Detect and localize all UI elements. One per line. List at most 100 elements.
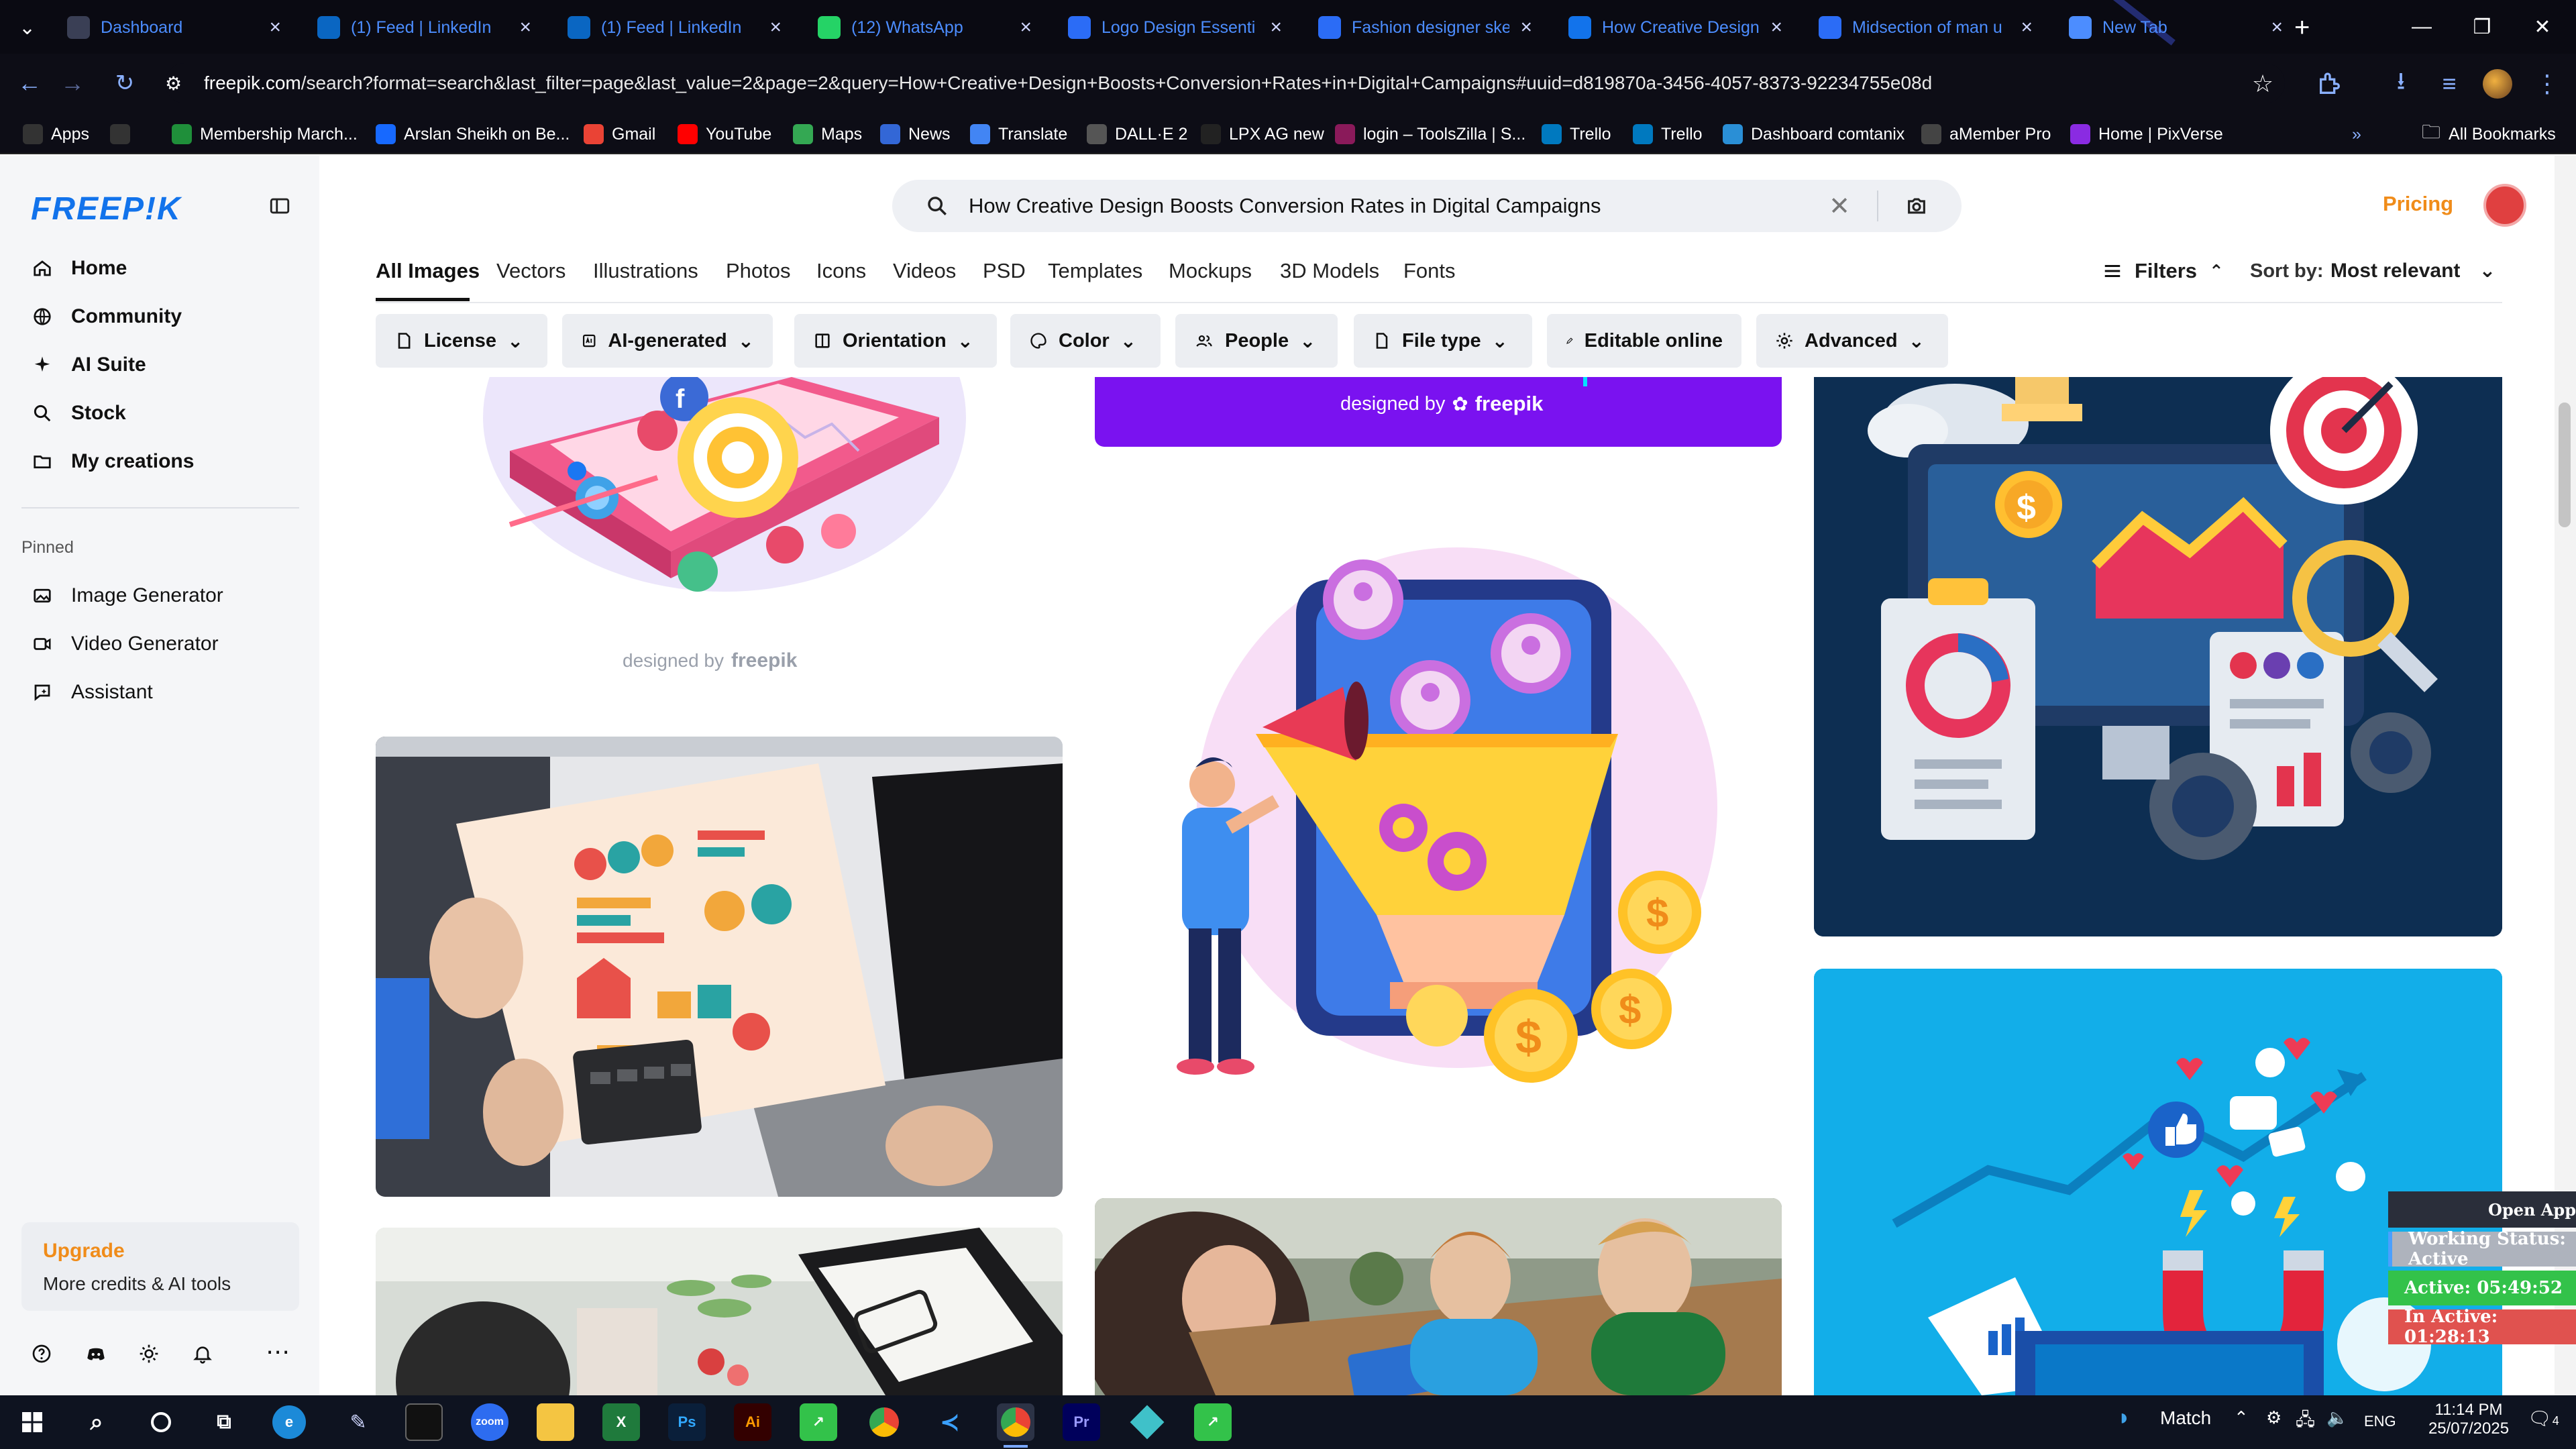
browser-menu-button[interactable]: ⋮ bbox=[2532, 68, 2563, 99]
taskbar-app-teal[interactable] bbox=[1128, 1403, 1166, 1441]
bookmark-item[interactable]: Trello bbox=[1542, 122, 1611, 146]
collapse-sidebar-button[interactable] bbox=[268, 195, 292, 219]
downloads-button[interactable]: ⭳ bbox=[2385, 67, 2416, 99]
notification-center-button[interactable]: 🗨 4 bbox=[2528, 1407, 2559, 1430]
tray-network-icon[interactable]: 🖧 bbox=[2296, 1407, 2315, 1437]
taskbar-app-chrome[interactable] bbox=[865, 1403, 903, 1441]
tab-psd[interactable]: PSD bbox=[983, 259, 1026, 283]
close-tab-icon[interactable]: × bbox=[519, 16, 531, 39]
forward-button[interactable]: → bbox=[58, 68, 87, 98]
close-tab-icon[interactable]: × bbox=[1020, 16, 1032, 39]
sidebar-item-community[interactable]: Community bbox=[31, 298, 182, 335]
bookmark-item[interactable]: LPX AG new bbox=[1201, 122, 1324, 146]
bookmark-item[interactable]: Membership March... bbox=[172, 122, 358, 146]
result-card[interactable] bbox=[376, 737, 1063, 1197]
theme-toggle-button[interactable] bbox=[138, 1343, 162, 1367]
address-bar[interactable]: ⚙ freepik.com/search?format=search&last_… bbox=[165, 63, 2285, 103]
taskbar-app-vscode[interactable]: ≺ bbox=[931, 1403, 969, 1441]
close-tab-icon[interactable]: × bbox=[269, 16, 281, 39]
language-indicator[interactable]: ENG bbox=[2364, 1413, 2396, 1430]
weather-widget[interactable]: ◗ bbox=[2117, 1405, 2131, 1431]
result-card[interactable]: $ $ $ bbox=[1095, 513, 1782, 1103]
minimize-button[interactable]: — bbox=[2392, 0, 2451, 54]
bookmark-item[interactable] bbox=[110, 122, 130, 146]
filter-license[interactable]: License ⌄ bbox=[376, 314, 547, 368]
pricing-link[interactable]: Pricing bbox=[2383, 192, 2453, 216]
start-button[interactable] bbox=[13, 1403, 51, 1441]
tab-icons[interactable]: Icons bbox=[816, 259, 866, 283]
filter-color[interactable]: Color ⌄ bbox=[1010, 314, 1161, 368]
discord-button[interactable] bbox=[85, 1343, 109, 1367]
all-bookmarks-button[interactable]: 🗀 All Bookmarks bbox=[2422, 121, 2556, 146]
taskbar-app-tracker-2[interactable]: ↗ bbox=[1194, 1403, 1232, 1441]
sidebar-item-video-generator[interactable]: Video Generator bbox=[31, 625, 219, 663]
browser-tab[interactable]: (12) WhatsApp × bbox=[804, 7, 1045, 48]
result-card[interactable]: f designed by freepik bbox=[376, 377, 1063, 703]
restore-button[interactable]: ❐ bbox=[2453, 0, 2512, 54]
visual-search-button[interactable] bbox=[1905, 195, 1928, 217]
sidebar-item-stock[interactable]: Stock bbox=[31, 394, 126, 432]
cortana-button[interactable] bbox=[142, 1403, 180, 1441]
taskbar-app-terminal[interactable] bbox=[405, 1403, 443, 1441]
upgrade-card[interactable]: Upgrade More credits & AI tools bbox=[21, 1222, 299, 1311]
page-scrollbar-thumb[interactable] bbox=[2559, 402, 2571, 527]
notifications-button[interactable] bbox=[192, 1343, 216, 1367]
tab-search-button[interactable]: ⌄ bbox=[5, 7, 52, 48]
tab-mockups[interactable]: Mockups bbox=[1169, 259, 1252, 283]
task-view-button[interactable]: ⧉ bbox=[205, 1403, 243, 1441]
close-tab-icon[interactable]: × bbox=[1270, 16, 1282, 39]
browser-tab[interactable]: Logo Design Essenti × bbox=[1055, 7, 1295, 48]
bookmark-item[interactable]: Translate bbox=[970, 122, 1067, 146]
new-tab-button[interactable]: + bbox=[2281, 7, 2321, 48]
filter-advanced[interactable]: Advanced ⌄ bbox=[1756, 314, 1948, 368]
taskbar-app-chrome-active[interactable] bbox=[997, 1403, 1034, 1441]
taskbar-app-file-explorer[interactable] bbox=[537, 1403, 574, 1441]
taskbar-search-button[interactable]: ⌕ bbox=[78, 1403, 115, 1441]
tab-templates[interactable]: Templates bbox=[1048, 259, 1142, 283]
tray-settings-icon[interactable]: ⚙ bbox=[2266, 1407, 2282, 1428]
bookmark-item[interactable]: Home | PixVerse bbox=[2070, 122, 2223, 146]
freepik-logo[interactable]: FREEP!K bbox=[31, 191, 182, 227]
tab-illustrations[interactable]: Illustrations bbox=[593, 259, 698, 283]
more-bookmarks-button[interactable]: » bbox=[2352, 122, 2361, 146]
search-bar[interactable]: How Creative Design Boosts Conversion Ra… bbox=[892, 180, 1962, 232]
bookmark-item[interactable]: News bbox=[880, 122, 951, 146]
bookmark-item[interactable]: Trello bbox=[1633, 122, 1703, 146]
bookmark-star-button[interactable]: ☆ bbox=[2247, 68, 2278, 99]
taskbar-app-pen[interactable]: ✎ bbox=[339, 1403, 377, 1441]
sidebar-item-my-creations[interactable]: My creations bbox=[31, 443, 194, 480]
taskbar-app-tracker[interactable]: ↗ bbox=[800, 1403, 837, 1441]
tab-fonts[interactable]: Fonts bbox=[1403, 259, 1456, 283]
tab-vectors[interactable]: Vectors bbox=[496, 259, 566, 283]
filters-toggle[interactable]: Filters ⌃ bbox=[2102, 259, 2224, 283]
result-card[interactable] bbox=[1095, 1198, 1782, 1395]
browser-tab[interactable]: Midsection of man u × bbox=[1805, 7, 2046, 48]
tray-volume-icon[interactable]: 🔈 bbox=[2326, 1407, 2348, 1428]
browser-tab[interactable]: Fashion designer ske × bbox=[1305, 7, 1546, 48]
profile-avatar[interactable] bbox=[2482, 68, 2513, 99]
bookmark-item[interactable]: Dashboard comtanix bbox=[1723, 122, 1904, 146]
bookmark-item[interactable]: Arslan Sheikh on Be... bbox=[376, 122, 570, 146]
bookmark-item[interactable]: login – ToolsZilla | S... bbox=[1335, 122, 1525, 146]
tab-videos[interactable]: Videos bbox=[893, 259, 956, 283]
browser-tab[interactable]: (1) Feed | LinkedIn × bbox=[304, 7, 545, 48]
extensions-button[interactable] bbox=[2314, 68, 2345, 99]
taskbar-app-zoom[interactable]: zoom bbox=[471, 1403, 508, 1441]
tray-overflow-button[interactable]: ⌃ bbox=[2234, 1407, 2249, 1428]
filter-ai-generated[interactable]: AI-generated ⌄ bbox=[562, 314, 773, 368]
close-tab-icon[interactable]: × bbox=[1520, 16, 1532, 39]
more-options-button[interactable]: ⋯ bbox=[266, 1340, 292, 1367]
taskbar-app-premiere[interactable]: Pr bbox=[1063, 1403, 1100, 1441]
result-card[interactable] bbox=[376, 1228, 1063, 1395]
filter-people[interactable]: People ⌄ bbox=[1175, 314, 1338, 368]
close-tab-icon[interactable]: × bbox=[769, 16, 782, 39]
taskbar-app-excel[interactable]: X bbox=[602, 1403, 640, 1441]
sort-select[interactable]: Most relevant ⌄ bbox=[2330, 259, 2496, 282]
bookmark-item[interactable]: YouTube bbox=[678, 122, 771, 146]
result-card[interactable]: $ bbox=[1814, 377, 2502, 936]
user-avatar[interactable] bbox=[2483, 184, 2526, 227]
tab-photos[interactable]: Photos bbox=[726, 259, 791, 283]
bookmark-item[interactable]: Gmail bbox=[584, 122, 655, 146]
browser-tab[interactable]: New Tab × bbox=[2055, 7, 2296, 48]
taskbar-app-photoshop[interactable]: Ps bbox=[668, 1403, 706, 1441]
